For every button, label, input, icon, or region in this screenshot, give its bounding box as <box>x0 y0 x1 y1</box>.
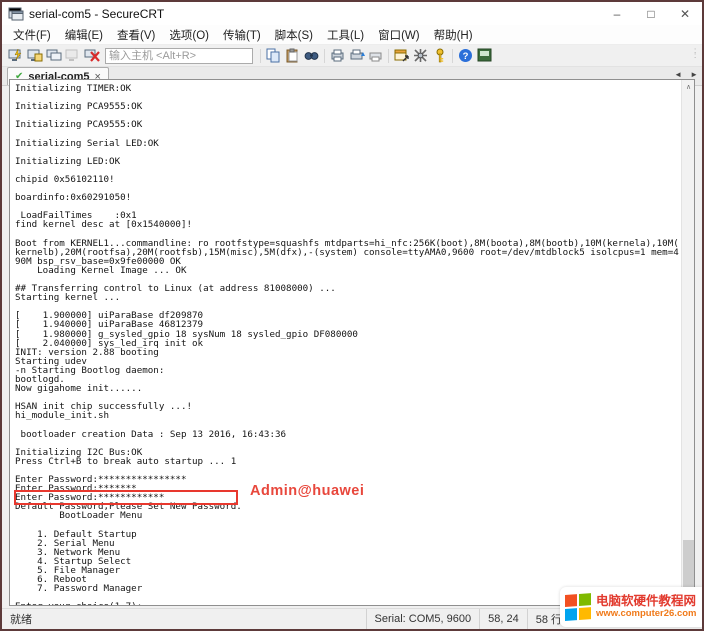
help-icon[interactable]: ? <box>456 47 475 65</box>
session-manager-icon[interactable] <box>25 47 44 65</box>
menu-transfer[interactable]: 传输(T) <box>216 25 268 45</box>
disconnect-icon[interactable] <box>82 47 101 65</box>
find-icon[interactable] <box>302 47 321 65</box>
session-options-icon[interactable] <box>411 47 430 65</box>
menu-tools[interactable]: 工具(L) <box>320 25 371 45</box>
watermark-url: www.computer26.com <box>596 609 696 620</box>
window-title: serial-com5 - SecureCRT <box>29 7 164 21</box>
terminal-content[interactable]: Initializing TIMER:OK Initializing PCA95… <box>10 80 681 605</box>
maximize-button[interactable]: □ <box>634 2 668 25</box>
print-icon[interactable] <box>328 47 347 65</box>
menu-help[interactable]: 帮助(H) <box>427 25 480 45</box>
watermark-logo-icon <box>565 593 592 622</box>
toolbar: ? :: <box>2 45 702 67</box>
securecrt-window: serial-com5 - SecureCRT – □ ✕ 文件(F) 编辑(E… <box>0 0 704 631</box>
print-eject-icon[interactable] <box>347 47 366 65</box>
status-cursor-position: 58, 24 <box>479 609 527 629</box>
watermark-site-name: 电脑软硬件教程网 <box>596 594 696 608</box>
vertical-scrollbar[interactable]: ∧ ∨ <box>681 80 694 605</box>
menu-edit[interactable]: 编辑(E) <box>58 25 110 45</box>
close-button[interactable]: ✕ <box>668 2 702 25</box>
status-serial: Serial: COM5, 9600 <box>366 609 480 629</box>
host-input[interactable] <box>105 48 253 64</box>
terminal-area: Initializing TIMER:OK Initializing PCA95… <box>9 79 695 606</box>
annotation-box <box>14 490 238 505</box>
menu-script[interactable]: 脚本(S) <box>268 25 320 45</box>
clone-session-icon[interactable] <box>44 47 63 65</box>
terminal-output: Initializing TIMER:OK Initializing PCA95… <box>10 80 681 605</box>
tab-scroll-left-icon[interactable]: ◄ <box>674 70 682 79</box>
key-icon[interactable] <box>430 47 449 65</box>
title-bar: serial-com5 - SecureCRT – □ ✕ <box>2 2 702 25</box>
status-ready: 就绪 <box>2 611 32 627</box>
minimize-button[interactable]: – <box>600 2 634 25</box>
toolbar-separator <box>388 49 389 63</box>
annotation-text: Admin@huawei <box>250 483 364 499</box>
app-launcher-icon[interactable] <box>475 47 494 65</box>
toolbar-separator <box>324 49 325 63</box>
menu-view[interactable]: 查看(V) <box>110 25 162 45</box>
menu-file[interactable]: 文件(F) <box>6 25 58 45</box>
toolbar-grip: :: <box>694 48 702 64</box>
scroll-up-icon[interactable]: ∧ <box>682 80 695 93</box>
print-setup-icon[interactable] <box>366 47 385 65</box>
toolbar-separator <box>260 49 261 63</box>
app-icon <box>8 7 24 21</box>
paste-icon[interactable] <box>283 47 302 65</box>
connect-icon-disabled[interactable] <box>63 47 82 65</box>
toolbar-separator <box>452 49 453 63</box>
menu-options[interactable]: 选项(O) <box>162 25 216 45</box>
properties-icon[interactable] <box>392 47 411 65</box>
copy-icon[interactable] <box>264 47 283 65</box>
quick-connect-icon[interactable] <box>6 47 25 65</box>
svg-text:?: ? <box>463 51 469 62</box>
menu-bar: 文件(F) 编辑(E) 查看(V) 选项(O) 传输(T) 脚本(S) 工具(L… <box>2 25 702 45</box>
watermark: 电脑软硬件教程网 www.computer26.com <box>560 587 702 627</box>
scrollbar-thumb[interactable] <box>683 540 694 594</box>
menu-window[interactable]: 窗口(W) <box>371 25 427 45</box>
tab-scroll-right-icon[interactable]: ► <box>690 70 698 79</box>
